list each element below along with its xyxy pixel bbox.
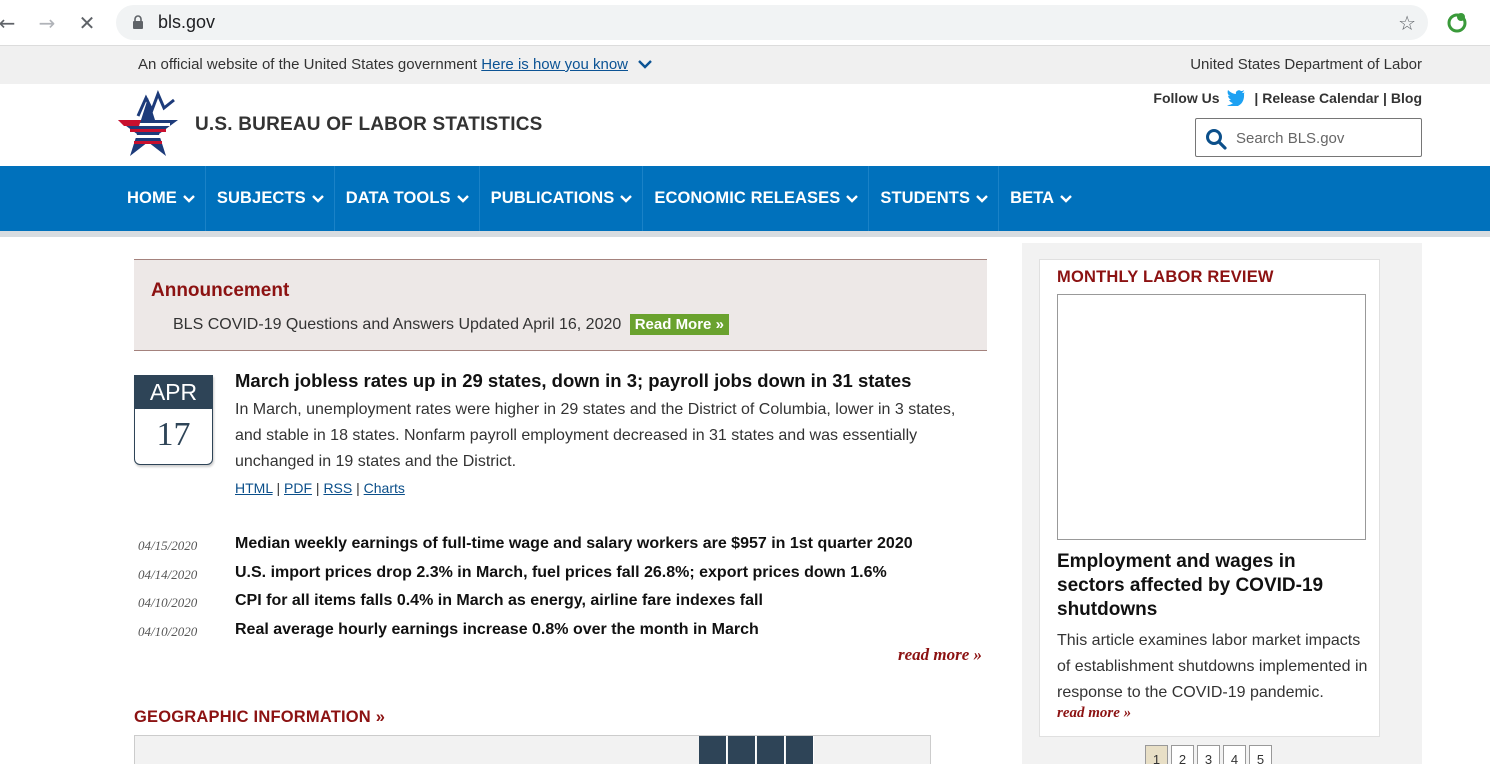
official-website-text: An official website of the United States… xyxy=(138,56,478,73)
separator: | xyxy=(1382,90,1387,106)
release-title-link[interactable]: Real average hourly earnings increase 0.… xyxy=(235,621,759,639)
article-description: This article examines labor market impac… xyxy=(1057,632,1368,701)
chevron-down-icon xyxy=(1060,194,1073,203)
chevron-down-icon xyxy=(976,194,988,203)
date-day: 17 xyxy=(156,416,191,453)
release-calendar-link[interactable]: Release Calendar xyxy=(1262,90,1379,106)
nav-publications[interactable]: PUBLICATIONS xyxy=(480,166,644,231)
nav-label: DATA TOOLS xyxy=(345,189,451,207)
extension-icon[interactable] xyxy=(1446,11,1468,33)
pager-page-3[interactable]: 3 xyxy=(1197,745,1220,764)
release-list: 04/15/2020 Median weekly earnings of ful… xyxy=(134,533,987,647)
nav-label: HOME xyxy=(127,189,177,207)
nav-label: PUBLICATIONS xyxy=(490,189,615,207)
search-icon[interactable] xyxy=(1205,128,1227,150)
featured-release-description: In March, unemployment rates were higher… xyxy=(235,401,956,470)
map-tile[interactable] xyxy=(757,736,785,764)
release-date: 04/10/2020 xyxy=(138,623,198,639)
charts-link[interactable]: Charts xyxy=(364,480,405,496)
announcement-heading: Announcement xyxy=(151,280,290,301)
featured-release-links: HTML | PDF | RSS | Charts xyxy=(235,480,405,496)
chevron-down-icon xyxy=(456,194,469,203)
monthly-labor-review-card: MONTHLY LABOR REVIEW Employment and wage… xyxy=(1039,259,1380,737)
html-link[interactable]: HTML xyxy=(235,480,273,496)
announcement-text: BLS COVID-19 Questions and Answers Updat… xyxy=(173,316,622,333)
read-more-button[interactable]: Read More » xyxy=(629,314,729,335)
release-date: 04/14/2020 xyxy=(138,566,198,582)
nav-label: BETA xyxy=(1010,189,1055,207)
featured-release-title[interactable]: March jobless rates up in 29 states, dow… xyxy=(235,370,911,392)
release-title-link[interactable]: U.S. import prices drop 2.3% in March, f… xyxy=(235,564,887,582)
how-you-know-link[interactable]: Here is how you know xyxy=(481,56,628,73)
nav-students[interactable]: STUDENTS xyxy=(869,166,1000,231)
chevron-down-icon xyxy=(183,194,195,203)
address-bar[interactable]: bls.gov ☆ xyxy=(116,5,1428,40)
geographic-information-link[interactable]: GEOGRAPHIC INFORMATION » xyxy=(134,708,385,727)
sidebar: MONTHLY LABOR REVIEW Employment and wage… xyxy=(1022,243,1422,764)
main-navigation: HOME SUBJECTS DATA TOOLS PUBLICATIONS EC… xyxy=(0,166,1490,237)
map-tile[interactable] xyxy=(728,736,756,764)
list-item: 04/14/2020 U.S. import prices drop 2.3% … xyxy=(134,562,987,591)
nav-label: ECONOMIC RELEASES xyxy=(654,189,841,207)
lock-icon xyxy=(133,15,143,29)
follow-us-label: Follow Us xyxy=(1153,90,1220,106)
chevron-down-icon xyxy=(620,194,633,203)
chevron-down-icon xyxy=(846,194,859,203)
search-input[interactable] xyxy=(1236,127,1416,149)
chevron-down-icon[interactable] xyxy=(638,60,653,69)
nav-economic-releases[interactable]: ECONOMIC RELEASES xyxy=(643,166,870,231)
pager-page-2[interactable]: 2 xyxy=(1171,745,1194,764)
separator: | xyxy=(1254,90,1259,106)
article-title[interactable]: Employment and wages in sectors affected… xyxy=(1057,550,1357,622)
bookmark-star-icon[interactable]: ☆ xyxy=(1398,11,1416,35)
geographic-map-panel[interactable] xyxy=(134,735,931,764)
back-arrow-icon[interactable]: ← xyxy=(0,10,20,36)
nav-beta[interactable]: BETA xyxy=(999,166,1082,231)
bls-star-logo-icon[interactable] xyxy=(116,90,180,160)
pager-page-4[interactable]: 4 xyxy=(1223,745,1246,764)
nav-label: SUBJECTS xyxy=(216,189,306,207)
chevron-down-icon xyxy=(311,194,324,203)
department-link[interactable]: United States Department of Labor xyxy=(1190,56,1422,73)
list-item: 04/10/2020 CPI for all items falls 0.4% … xyxy=(134,590,987,619)
url-text: bls.gov xyxy=(158,12,216,32)
carousel-pager: 1 2 3 4 5 xyxy=(1145,745,1275,764)
nav-data-tools[interactable]: DATA TOOLS xyxy=(335,166,480,231)
browser-toolbar: ← → ✕ bls.gov ☆ xyxy=(0,0,1490,46)
twitter-bird-icon[interactable] xyxy=(1226,90,1246,106)
pager-page-5[interactable]: 5 xyxy=(1249,745,1272,764)
article-image[interactable] xyxy=(1057,294,1366,540)
gov-banner: An official website of the United States… xyxy=(0,46,1490,84)
list-item: 04/10/2020 Real average hourly earnings … xyxy=(134,619,987,648)
release-title-link[interactable]: Median weekly earnings of full-time wage… xyxy=(235,535,913,553)
rss-link[interactable]: RSS xyxy=(323,480,352,496)
map-tile[interactable] xyxy=(699,736,727,764)
article-read-more-link[interactable]: read more » xyxy=(1057,705,1131,722)
nav-label: STUDENTS xyxy=(880,189,971,207)
forward-arrow-icon[interactable]: → xyxy=(34,10,60,36)
pager-page-1[interactable]: 1 xyxy=(1145,745,1168,764)
map-tile[interactable] xyxy=(786,736,814,764)
release-date: 04/15/2020 xyxy=(138,538,198,553)
nav-subjects[interactable]: SUBJECTS xyxy=(206,166,335,231)
list-item: 04/15/2020 Median weekly earnings of ful… xyxy=(134,533,987,562)
date-month: APR xyxy=(135,376,212,409)
search-box xyxy=(1195,118,1422,157)
pdf-link[interactable]: PDF xyxy=(284,480,312,496)
site-header: U.S. BUREAU OF LABOR STATISTICS Follow U… xyxy=(0,84,1490,166)
release-title-link[interactable]: CPI for all items falls 0.4% in March as… xyxy=(235,592,763,610)
stop-loading-icon[interactable]: ✕ xyxy=(74,10,100,36)
date-badge: APR 17 xyxy=(134,375,213,465)
blog-link[interactable]: Blog xyxy=(1391,90,1422,106)
mlr-heading[interactable]: MONTHLY LABOR REVIEW xyxy=(1057,268,1274,287)
nav-home[interactable]: HOME xyxy=(116,166,206,231)
release-date: 04/10/2020 xyxy=(138,595,198,610)
header-utility-links: Follow Us | Release Calendar | Blog xyxy=(1153,90,1422,106)
announcement-box: Announcement BLS COVID-19 Questions and … xyxy=(134,259,987,351)
read-more-link[interactable]: read more » xyxy=(898,645,982,665)
site-title[interactable]: U.S. BUREAU OF LABOR STATISTICS xyxy=(195,114,543,136)
